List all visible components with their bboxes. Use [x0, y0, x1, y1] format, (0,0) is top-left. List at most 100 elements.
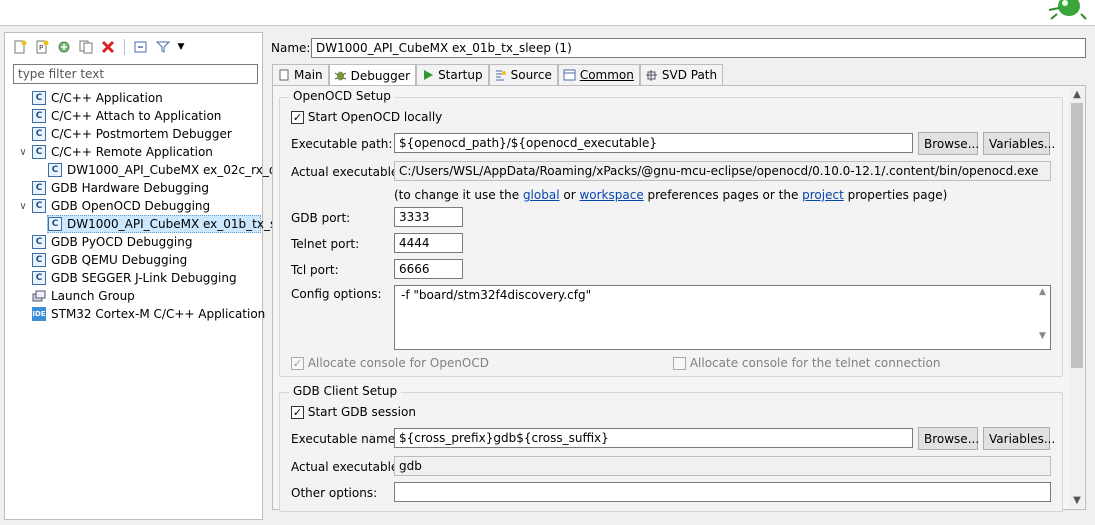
- delete-icon[interactable]: [99, 38, 117, 56]
- c-config-icon: C: [32, 199, 46, 213]
- tree-item[interactable]: C C/C++ Postmortem Debugger: [32, 125, 232, 143]
- config-options-value: -f "board/stm32f4discovery.cfg": [401, 288, 592, 302]
- left-toolbar: P ▼: [11, 37, 186, 57]
- tree-item[interactable]: ∨ C C/C++ Remote Application: [17, 143, 213, 161]
- checkbox-label: Start OpenOCD locally: [307, 110, 443, 124]
- tab-common[interactable]: Common: [557, 64, 640, 85]
- gdb-variables-button[interactable]: Variables...: [983, 427, 1055, 450]
- c-config-icon: C: [32, 145, 46, 159]
- checkbox-label: Start GDB session: [307, 405, 416, 419]
- allocate-telnet-console-checkbox[interactable]: Allocate console for the telnet connecti…: [673, 356, 940, 370]
- openocd-executable-path-input[interactable]: [394, 133, 913, 153]
- chevron-down-icon[interactable]: ∨: [17, 147, 29, 158]
- name-label: Name:: [271, 41, 311, 55]
- gdb-port-label: GDB port:: [291, 211, 351, 225]
- ide-icon: IDE: [32, 307, 46, 321]
- c-config-icon: C: [48, 217, 62, 231]
- tree-item[interactable]: C GDB SEGGER J-Link Debugging: [32, 269, 237, 287]
- tab-debugger[interactable]: Debugger: [328, 64, 417, 86]
- workspace-preferences-link[interactable]: workspace: [579, 188, 643, 202]
- svd-icon: [645, 68, 659, 82]
- tree-item[interactable]: C DW1000_API_CubeMX ex_02c_rx_d: [48, 161, 276, 179]
- tab-startup[interactable]: Startup: [416, 64, 489, 85]
- checkbox-label: Allocate console for OpenOCD: [307, 356, 489, 370]
- tree-item[interactable]: C GDB QEMU Debugging: [32, 251, 187, 269]
- eclipse-bug-logo-icon: [1048, 0, 1087, 20]
- tab-source[interactable]: Source: [488, 64, 558, 85]
- c-config-icon: C: [48, 163, 62, 177]
- tree-item[interactable]: C C/C++ Attach to Application: [32, 107, 221, 125]
- new-prototype-icon[interactable]: P: [33, 38, 51, 56]
- collapse-all-icon[interactable]: [132, 38, 150, 56]
- tree-item[interactable]: C GDB PyOCD Debugging: [32, 233, 192, 251]
- tab-svd-path[interactable]: SVD Path: [639, 64, 724, 85]
- config-options-label: Config options:: [291, 287, 382, 301]
- window-top-band: [0, 0, 1095, 26]
- tree-item[interactable]: IDE STM32 Cortex-M C/C++ Application: [32, 305, 265, 323]
- allocate-openocd-console-checkbox[interactable]: ✓ Allocate console for OpenOCD: [291, 356, 489, 370]
- checkbox-checked-icon: ✓: [291, 111, 304, 124]
- gdb-executable-name-input[interactable]: [394, 428, 913, 448]
- openocd-browse-button[interactable]: Browse...: [918, 132, 979, 155]
- filter-icon[interactable]: [154, 38, 172, 56]
- tree-item[interactable]: ∨ C GDB OpenOCD Debugging: [17, 197, 210, 215]
- tab-label: Startup: [438, 68, 483, 82]
- duplicate-icon[interactable]: [77, 38, 95, 56]
- other-options-input[interactable]: [394, 482, 1051, 502]
- gdb-browse-button[interactable]: Browse...: [918, 427, 979, 450]
- global-preferences-link[interactable]: global: [523, 188, 560, 202]
- main-tab-icon: [277, 68, 291, 82]
- play-icon: [421, 68, 435, 82]
- filter-input[interactable]: [13, 64, 258, 84]
- checkbox-unchecked-icon: [673, 357, 686, 370]
- project-properties-link[interactable]: project: [802, 188, 844, 202]
- gdb-port-input[interactable]: [394, 207, 463, 227]
- scrollbar-thumb[interactable]: [1071, 103, 1083, 368]
- debugger-bug-icon: [334, 69, 348, 83]
- tree-item-label: C/C++ Remote Application: [51, 145, 213, 159]
- openocd-variables-button[interactable]: Variables...: [983, 132, 1055, 155]
- config-name-input[interactable]: [311, 38, 1086, 58]
- c-config-icon: C: [32, 91, 46, 105]
- start-openocd-checkbox[interactable]: ✓ Start OpenOCD locally: [291, 110, 442, 124]
- c-config-icon: C: [32, 109, 46, 123]
- chevron-down-icon[interactable]: ∨: [17, 201, 29, 212]
- preferences-hint: (to change it use the global or workspac…: [394, 188, 947, 202]
- config-options-scrollbar[interactable]: ▲ ▼: [1036, 287, 1049, 348]
- telnet-port-input[interactable]: [394, 233, 463, 253]
- tab-label: Common: [579, 68, 634, 82]
- common-icon: [563, 68, 577, 82]
- gdb-executable-name-label: Executable name:: [291, 432, 400, 446]
- telnet-port-label: Telnet port:: [291, 237, 360, 251]
- new-config-icon[interactable]: [11, 38, 29, 56]
- scroll-up-icon[interactable]: ▲: [1036, 287, 1049, 297]
- scroll-down-icon[interactable]: ▼: [1071, 495, 1083, 507]
- tree-item-label: C/C++ Application: [51, 91, 163, 105]
- scroll-down-icon[interactable]: ▼: [1036, 331, 1049, 341]
- tcl-port-label: Tcl port:: [291, 263, 339, 277]
- executable-path-label: Executable path:: [291, 137, 393, 151]
- export-icon[interactable]: [55, 38, 73, 56]
- tcl-port-input[interactable]: [394, 259, 463, 279]
- tab-label: Debugger: [350, 68, 411, 83]
- tree-item[interactable]: Launch Group: [32, 287, 135, 305]
- actual-executable-label: Actual executable:: [291, 165, 403, 179]
- checkbox-checked-icon: ✓: [291, 357, 304, 370]
- openocd-actual-executable-field: C:/Users/WSL/AppData/Roaming/xPacks/@gnu…: [394, 161, 1051, 181]
- tab-main[interactable]: Main: [272, 64, 329, 85]
- tree-item-label: STM32 Cortex-M C/C++ Application: [51, 307, 266, 321]
- tree-item-label: C/C++ Attach to Application: [51, 109, 222, 123]
- c-config-icon: C: [32, 235, 46, 249]
- config-options-textarea[interactable]: -f "board/stm32f4discovery.cfg": [394, 285, 1051, 350]
- scroll-up-icon[interactable]: ▲: [1071, 89, 1083, 101]
- tree-item-label: GDB SEGGER J-Link Debugging: [51, 271, 237, 285]
- start-gdb-session-checkbox[interactable]: ✓ Start GDB session: [291, 405, 416, 419]
- c-config-icon: C: [32, 181, 46, 195]
- tree-item[interactable]: C GDB Hardware Debugging: [32, 179, 209, 197]
- tree-item[interactable]: C C/C++ Application: [32, 89, 163, 107]
- group-title: GDB Client Setup: [289, 384, 402, 398]
- view-menu-chevron-icon[interactable]: ▼: [176, 38, 186, 56]
- hint-text: or: [559, 188, 580, 202]
- tree-item-selected[interactable]: C DW1000_API_CubeMX ex_01b_tx_s: [47, 215, 276, 233]
- launch-config-tree-pane: P ▼ C C/C++ Application C C/C++ Attach t…: [4, 32, 276, 520]
